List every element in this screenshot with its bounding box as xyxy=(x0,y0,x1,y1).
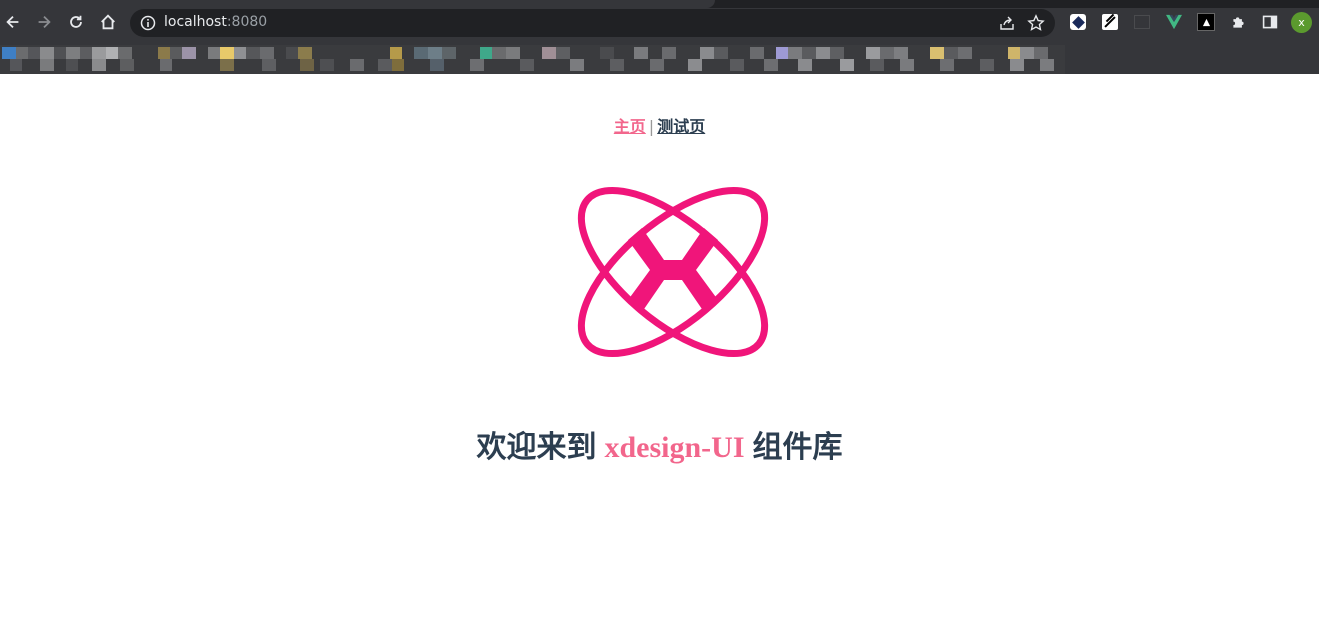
url-port: :8080 xyxy=(226,14,268,30)
nav-link-test[interactable]: 测试页 xyxy=(657,117,705,136)
vue-devtools-icon[interactable] xyxy=(1165,13,1183,31)
welcome-heading: 欢迎来到 xdesign-UI 组件库 xyxy=(0,422,1319,466)
side-panel-icon[interactable] xyxy=(1261,13,1279,31)
pixelated-bookmarks xyxy=(0,45,1065,74)
back-button[interactable] xyxy=(2,11,24,33)
browser-toolbar: localhost:8080 x xyxy=(0,0,1319,45)
share-icon[interactable] xyxy=(999,15,1015,31)
home-button[interactable] xyxy=(97,11,119,33)
reload-icon xyxy=(70,15,82,28)
welcome-suffix: 组件库 xyxy=(752,430,843,465)
star-icon[interactable] xyxy=(1027,14,1045,32)
welcome-prefix: 欢迎来到 xyxy=(476,430,597,465)
welcome-brand: xdesign-UI xyxy=(604,431,745,464)
home-icon xyxy=(101,14,115,30)
extension-2-icon[interactable] xyxy=(1101,13,1119,31)
puzzle-icon[interactable] xyxy=(1229,13,1247,31)
info-icon[interactable] xyxy=(140,15,156,31)
extension-1-icon[interactable] xyxy=(1069,13,1087,31)
address-bar[interactable]: localhost:8080 xyxy=(130,9,1055,37)
extension-5-icon[interactable] xyxy=(1197,13,1215,31)
arrow-left-icon xyxy=(6,15,19,29)
url-host: localhost xyxy=(164,14,227,30)
xdesign-logo xyxy=(577,186,769,358)
nav-separator: | xyxy=(648,117,655,136)
extension-3-icon[interactable] xyxy=(1133,13,1151,31)
nav-link-home[interactable]: 主页 xyxy=(614,117,646,136)
reload-button[interactable] xyxy=(65,11,87,33)
profile-initial: x xyxy=(1298,16,1305,29)
bookmarks-bar xyxy=(0,45,1319,74)
tab-strip xyxy=(0,0,1319,8)
url-text[interactable]: localhost:8080 xyxy=(164,14,267,30)
profile-avatar[interactable]: x xyxy=(1291,12,1312,33)
page-nav: 主页 | 测试页 xyxy=(0,113,1319,137)
arrow-right-icon xyxy=(38,15,51,29)
forward-button[interactable] xyxy=(33,11,55,33)
